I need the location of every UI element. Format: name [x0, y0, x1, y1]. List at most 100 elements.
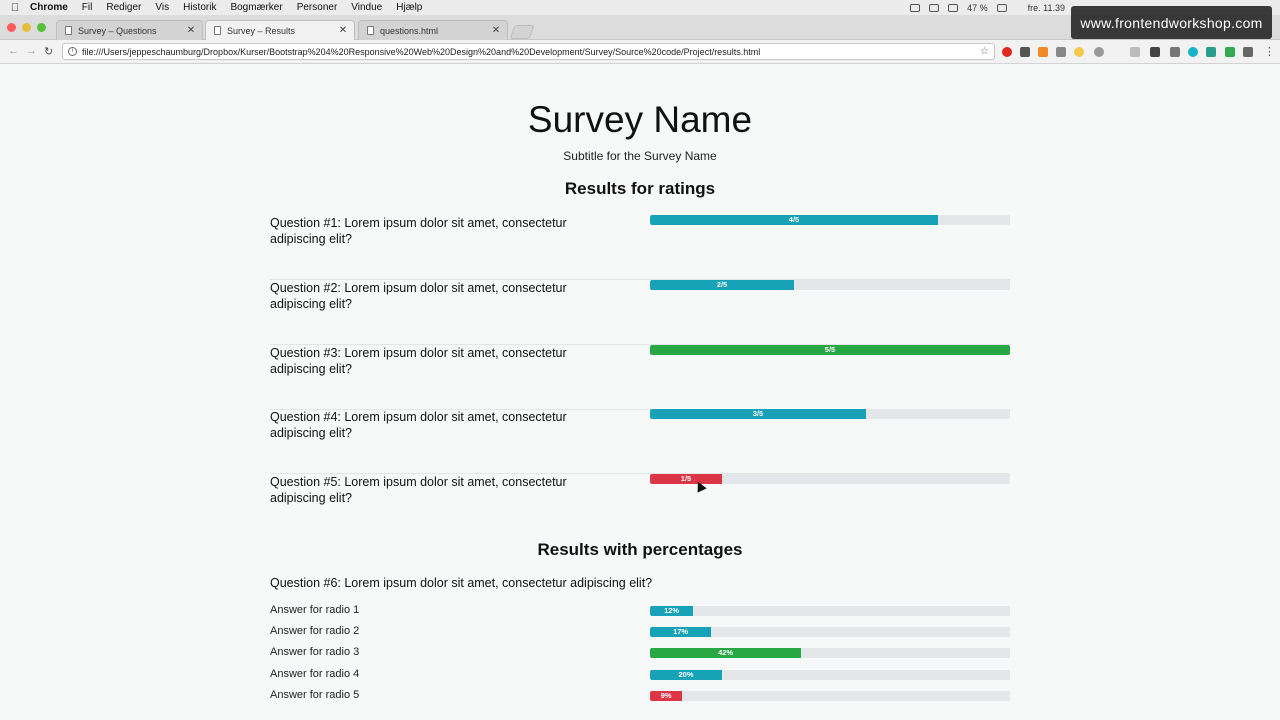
- back-arrow-icon[interactable]: ←: [8, 45, 19, 57]
- close-icon[interactable]: ✕: [489, 25, 503, 36]
- close-window-icon[interactable]: [7, 23, 16, 32]
- progress-fill: 12%: [650, 606, 694, 616]
- ratings-heading: Results for ratings: [564, 179, 716, 198]
- progress-bar: 5/5: [650, 345, 1010, 355]
- camera-icon[interactable]: [910, 3, 921, 12]
- question-text: Question #3: Lorem ipsum dolor sit amet,…: [270, 346, 567, 376]
- reload-icon[interactable]: ↻: [44, 45, 53, 58]
- rating-row: Question #3: Lorem ipsum dolor sit amet,…: [270, 345, 1010, 410]
- question-text: Question #2: Lorem ipsum dolor sit amet,…: [270, 281, 567, 311]
- progress-fill: 9%: [650, 691, 683, 701]
- window-controls: [7, 23, 46, 32]
- pocket-extension-icon[interactable]: [1020, 47, 1030, 57]
- tab-label: Survey – Results: [227, 25, 296, 36]
- answer-label: Answer for radio 4: [270, 668, 360, 680]
- progress-fill: 3/5: [650, 409, 866, 419]
- rss-extension-icon[interactable]: [1038, 47, 1048, 57]
- menu-historik[interactable]: Historik: [183, 2, 216, 13]
- progress-fill: 42%: [650, 648, 802, 658]
- extension-icon[interactable]: [1188, 47, 1198, 57]
- extension-icon[interactable]: [1130, 47, 1140, 57]
- battery-icon[interactable]: [996, 3, 1007, 12]
- answer-label: Answer for radio 5: [270, 689, 360, 701]
- extension-icon[interactable]: [1243, 47, 1253, 57]
- rating-row: Question #2: Lorem ipsum dolor sit amet,…: [270, 280, 1010, 345]
- menu-app-name[interactable]: Chrome: [30, 2, 68, 13]
- rating-row: Question #5: Lorem ipsum dolor sit amet,…: [270, 474, 1010, 539]
- extension-icon[interactable]: [1094, 47, 1104, 57]
- question-text: Question #4: Lorem ipsum dolor sit amet,…: [270, 410, 567, 440]
- menu-vis[interactable]: Vis: [155, 2, 169, 13]
- extension-icon[interactable]: [1206, 47, 1216, 57]
- question-text: Question #1: Lorem ipsum dolor sit amet,…: [270, 216, 567, 246]
- progress-fill: 2/5: [650, 280, 794, 290]
- rating-row: Question #4: Lorem ipsum dolor sit amet,…: [270, 409, 1010, 474]
- forward-arrow-icon[interactable]: →: [26, 45, 37, 57]
- progress-bar: 20%: [650, 670, 1010, 680]
- tab-label: Survey – Questions: [78, 25, 157, 36]
- chrome-menu-icon[interactable]: ⋮: [1264, 45, 1275, 58]
- extension-icon[interactable]: [1150, 47, 1160, 57]
- answer-row: Answer for radio 4 20%: [270, 668, 1010, 688]
- emoji-extension-icon[interactable]: [1074, 47, 1084, 57]
- toolbar: ← → ↻ i file:///Users/jeppeschaumburg/Dr…: [0, 40, 1280, 64]
- percentages-heading: Results with percentages: [537, 540, 743, 559]
- tab-questions-html[interactable]: questions.html ✕: [358, 20, 508, 40]
- answer-label: Answer for radio 3: [270, 646, 360, 658]
- page-title: Survey Name: [527, 99, 753, 140]
- close-icon[interactable]: ✕: [336, 25, 350, 36]
- watermark: www.frontendworkshop.com: [1071, 6, 1272, 39]
- answer-label: Answer for radio 1: [270, 604, 360, 616]
- progress-bar: 9%: [650, 691, 1010, 701]
- progress-bar: 2/5: [650, 280, 1010, 290]
- menu-fil[interactable]: Fil: [82, 2, 93, 13]
- menu-vindue[interactable]: Vindue: [351, 2, 382, 13]
- answer-row: Answer for radio 1 12%: [270, 604, 1010, 624]
- progress-bar: 4/5: [650, 215, 1010, 225]
- page-icon: [65, 26, 72, 35]
- progress-bar: 12%: [650, 606, 1010, 616]
- answer-row: Answer for radio 5 9%: [270, 689, 1010, 709]
- extension-icon[interactable]: [1056, 47, 1066, 57]
- page-content: Survey Name Subtitle for the Survey Name…: [0, 65, 1280, 720]
- minimize-window-icon[interactable]: [22, 23, 31, 32]
- page-subtitle: Subtitle for the Survey Name: [563, 149, 717, 163]
- status-area: 47 % fre. 11.39: [910, 0, 1065, 15]
- battery-percent: 47 %: [967, 2, 988, 13]
- page-icon: [214, 26, 221, 35]
- question-text: Question #6: Lorem ipsum dolor sit amet,…: [270, 576, 653, 590]
- progress-fill: 17%: [650, 627, 712, 637]
- extension-icon[interactable]: [1225, 47, 1235, 57]
- url-text[interactable]: file:///Users/jeppeschaumburg/Dropbox/Ku…: [82, 47, 980, 57]
- info-icon[interactable]: i: [68, 47, 77, 56]
- progress-bar: 3/5: [650, 409, 1010, 419]
- opera-extension-icon[interactable]: [1002, 47, 1012, 57]
- progress-bar: 17%: [650, 627, 1010, 637]
- dropbox-icon[interactable]: [929, 3, 940, 12]
- tab-survey-results[interactable]: Survey – Results ✕: [205, 20, 355, 40]
- rating-row: Question #1: Lorem ipsum dolor sit amet,…: [270, 215, 1010, 280]
- progress-bar: 42%: [650, 648, 1010, 658]
- progress-fill: 20%: [650, 670, 722, 680]
- address-bar[interactable]: i file:///Users/jeppeschaumburg/Dropbox/…: [62, 43, 995, 60]
- bookmark-star-icon[interactable]: ☆: [980, 46, 994, 57]
- progress-fill: 5/5: [650, 345, 1010, 355]
- tab-label: questions.html: [380, 25, 439, 36]
- menu-rediger[interactable]: Rediger: [106, 2, 141, 13]
- close-icon[interactable]: ✕: [184, 25, 198, 36]
- tab-survey-questions[interactable]: Survey – Questions ✕: [56, 20, 203, 40]
- wifi-icon[interactable]: [948, 3, 959, 12]
- clock[interactable]: fre. 11.39: [1028, 3, 1065, 13]
- menu-bogmaerker[interactable]: Bogmærker: [230, 2, 282, 13]
- progress-fill: 1/5: [650, 474, 722, 484]
- question-text: Question #5: Lorem ipsum dolor sit amet,…: [270, 475, 567, 505]
- maximize-window-icon[interactable]: [37, 23, 46, 32]
- answer-row: Answer for radio 3 42%: [270, 646, 1010, 666]
- menu-hjaelp[interactable]: Hjælp: [396, 2, 422, 13]
- extension-icon[interactable]: [1170, 47, 1180, 57]
- new-tab-button[interactable]: [509, 25, 535, 39]
- answer-row: Answer for radio 2 17%: [270, 625, 1010, 645]
- menu-personer[interactable]: Personer: [297, 2, 338, 13]
- apple-icon[interactable]: : [0, 2, 30, 14]
- page-icon: [367, 26, 374, 35]
